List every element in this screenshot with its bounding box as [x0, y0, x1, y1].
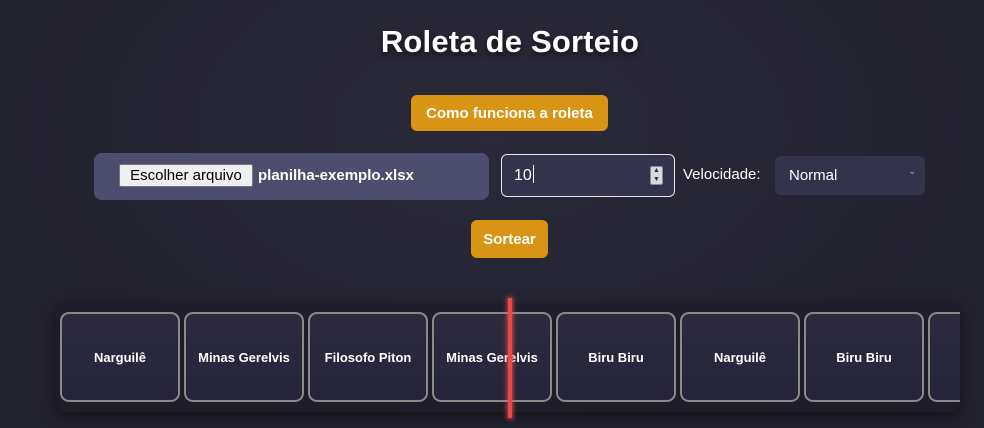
choose-file-button[interactable]: Escolher arquivo: [119, 164, 253, 187]
roulette-pointer: [508, 298, 512, 418]
roulette-card: Minas Gerelvis: [184, 312, 304, 402]
stepper-down-icon[interactable]: ▼: [651, 176, 662, 184]
chevron-down-icon: ⌄: [908, 166, 917, 177]
roulette-card-label: Minas Gerelvis: [198, 349, 290, 365]
roulette-card-label: Minas Gerelvis: [446, 349, 538, 365]
selected-file-name: planilha-exemplo.xlsx: [258, 167, 414, 184]
roulette-card: Narguilê: [680, 312, 800, 402]
page-title: Roleta de Sorteio: [380, 24, 640, 59]
roulette-card-label: Biru Biru: [836, 349, 892, 365]
stepper-up-icon[interactable]: ▲: [651, 167, 662, 175]
roulette-card: Filosofo Piton: [308, 312, 428, 402]
how-it-works-button[interactable]: Como funciona a roleta: [411, 95, 608, 131]
quantity-value: 10: [514, 165, 534, 184]
draw-button[interactable]: Sortear: [471, 220, 548, 258]
roulette-card-label: Filosofo Piton: [324, 349, 412, 365]
file-upload-area: Escolher arquivo planilha-exemplo.xlsx: [94, 153, 489, 200]
roulette-card-label: Narguilê: [713, 349, 766, 365]
quantity-input[interactable]: 10 ▲ ▼: [501, 154, 675, 197]
roulette-card: Biru Biru: [804, 312, 924, 402]
roulette-card-label: Narguilê: [93, 349, 146, 365]
quantity-stepper[interactable]: ▲ ▼: [650, 166, 663, 185]
text-caret: [532, 165, 534, 184]
speed-label: Velocidade:: [683, 166, 761, 183]
roulette-card: Biru Biru: [556, 312, 676, 402]
roulette-card: Narguilê: [60, 312, 180, 402]
roulette-card: Minas Gerelvis: [432, 312, 552, 402]
roulette-card-label: Biru Biru: [588, 349, 644, 365]
roulette-card: [928, 312, 960, 402]
speed-selected-value: Normal: [789, 167, 838, 184]
speed-select[interactable]: Normal ⌄: [775, 156, 925, 195]
